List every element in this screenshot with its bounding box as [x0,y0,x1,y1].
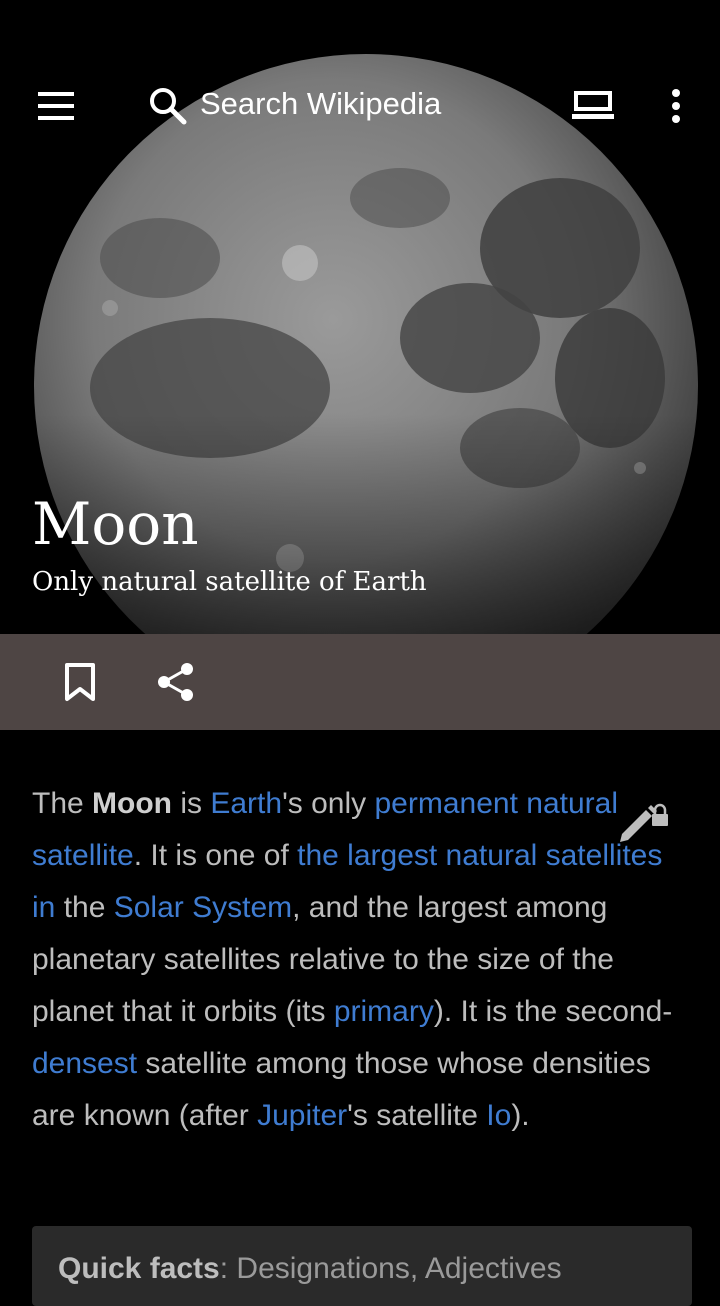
reading-list-icon[interactable] [570,90,616,122]
link-solar-system[interactable]: Solar System [114,891,292,924]
article-lead-paragraph: The Moon is Earth's only permanent natur… [32,787,673,1132]
bookmark-icon[interactable] [64,662,96,702]
edit-locked-icon[interactable] [612,798,672,850]
menu-icon[interactable] [36,90,76,122]
article-description: Only natural satellite of Earth [32,567,427,597]
link-jupiter[interactable]: Jupiter [257,1099,347,1132]
overflow-menu-icon[interactable] [668,88,684,124]
search-bar-placeholder[interactable]: Search Wikipedia [200,86,441,122]
share-icon[interactable] [156,662,196,702]
quick-facts-box[interactable]: Quick facts: Designations, Adjectives [32,1226,692,1306]
article-action-bar [0,634,720,730]
link-io[interactable]: Io [486,1099,511,1132]
link-primary[interactable]: primary [334,995,434,1028]
quick-facts-items: Designations, Adjectives [236,1252,562,1285]
link-earth[interactable]: Earth [210,787,282,820]
quick-facts-label: Quick facts [58,1252,220,1285]
bold-term: Moon [92,787,172,820]
status-bar [0,0,720,48]
search-icon[interactable] [148,86,188,126]
article-title: Moon [32,490,199,558]
link-densest[interactable]: densest [32,1047,137,1080]
